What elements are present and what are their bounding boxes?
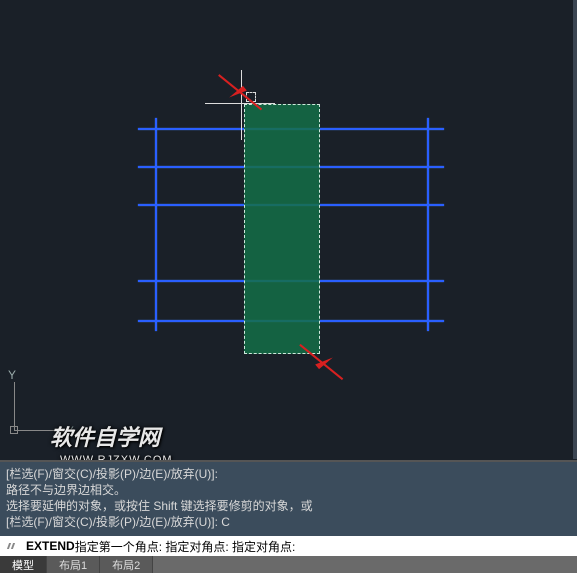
tab-layout1[interactable]: 布局1 — [47, 556, 100, 573]
command-name: EXTEND — [26, 539, 75, 553]
command-input[interactable]: EXTEND 指定第一个角点: 指定对角点: 指定对角点: — [0, 536, 577, 556]
annotation-arrow — [229, 86, 247, 102]
watermark-title: 软件自学网 — [50, 425, 160, 450]
command-history-line: [栏选(F)/窗交(C)/投影(P)/边(E)/放弃(U)]: — [6, 466, 571, 482]
command-prompt-text: 指定第一个角点: 指定对角点: 指定对角点: — [75, 538, 296, 555]
geometry-line — [427, 118, 429, 331]
tab-layout2[interactable]: 布局2 — [100, 556, 153, 573]
annotation-arrow — [315, 353, 333, 369]
command-history-line: [栏选(F)/窗交(C)/投影(P)/边(E)/放弃(U)]: C — [6, 514, 571, 530]
ucs-y-label: Y — [8, 368, 16, 382]
command-history-line: 选择要延伸的对象，或按住 Shift 键选择要修剪的对象，或 — [6, 498, 571, 514]
command-prompt-icon — [6, 543, 20, 549]
crosshair-cursor — [205, 103, 275, 104]
layout-tabbar: 模型 布局1 布局2 — [0, 556, 577, 573]
command-history-line: 路径不与边界边相交。 — [6, 482, 571, 498]
drawing-canvas[interactable]: Y X 软件自学网 WWW.RJZXW.COM — [0, 0, 577, 459]
scrollbar-track[interactable] — [573, 0, 577, 459]
tab-model[interactable]: 模型 — [0, 556, 47, 573]
crossing-selection — [244, 104, 320, 354]
crosshair-cursor — [241, 70, 242, 140]
geometry-line — [155, 118, 157, 331]
